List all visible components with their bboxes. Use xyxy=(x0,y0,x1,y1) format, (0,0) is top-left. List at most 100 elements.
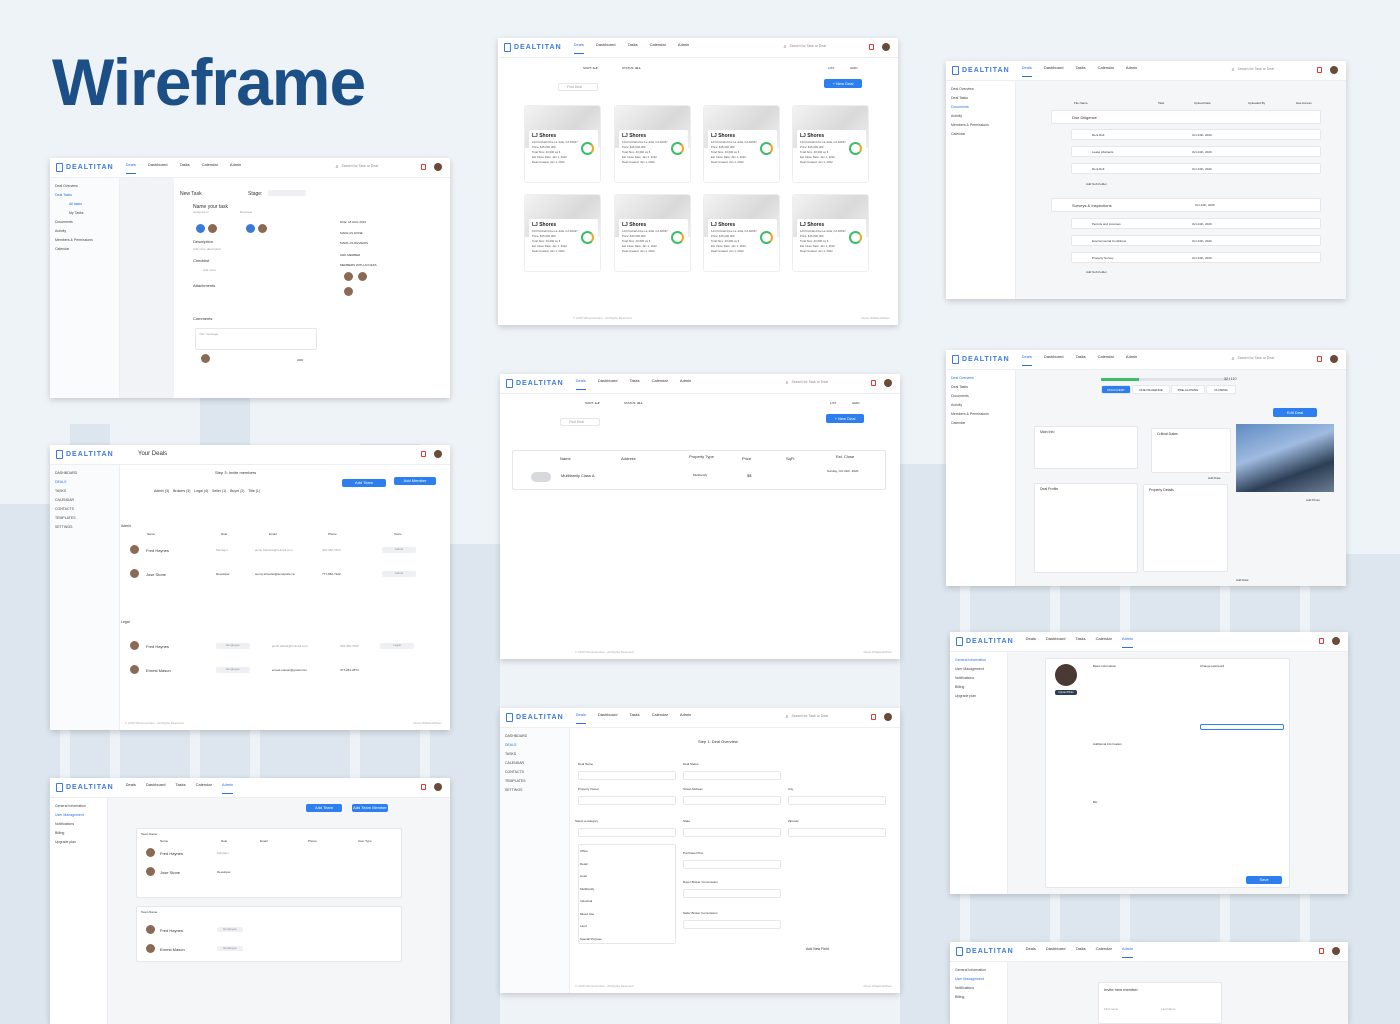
reviewer-add[interactable] xyxy=(246,224,255,233)
deal-card[interactable]: LJ Shores 123 Kimball drive La Jolla, CA … xyxy=(524,194,601,272)
member-tabs[interactable]: Admin (3) Brokers (3) Legal (4) Seller (… xyxy=(154,489,260,493)
team-select[interactable]: Legal xyxy=(380,643,414,649)
mark-done-button[interactable]: MAKE AS DONE xyxy=(340,231,363,235)
state-input[interactable] xyxy=(683,828,781,837)
deal-status-select[interactable] xyxy=(683,771,781,780)
sort-select[interactable]: SORT: A-Z xyxy=(583,66,598,70)
footer-link[interactable]: About WhatsUsWhen xyxy=(863,650,892,654)
logo[interactable]: DEALTITAN xyxy=(952,66,1010,75)
status-select[interactable]: STATUS: ALL xyxy=(622,66,641,70)
logo[interactable]: DEALTITAN xyxy=(56,163,114,172)
tab-admin[interactable]: Admin xyxy=(678,42,689,54)
deal-name-input[interactable] xyxy=(578,771,676,780)
avatar[interactable] xyxy=(434,163,442,171)
add-team-button[interactable]: Add Team xyxy=(342,479,386,487)
sidebar-item-activity[interactable]: Activity xyxy=(951,114,1010,118)
street-address-input[interactable] xyxy=(683,796,781,805)
bell-icon[interactable] xyxy=(1317,67,1322,73)
logo[interactable]: DEALTITAN xyxy=(952,355,1010,364)
sidebar-item-members[interactable]: Members & Permissions xyxy=(951,123,1010,127)
sidebar-item-activity[interactable]: Activity xyxy=(55,229,114,233)
tab-admin[interactable]: Admin xyxy=(680,378,691,390)
description-input[interactable]: Add more description xyxy=(193,247,221,251)
avatar[interactable] xyxy=(884,379,892,387)
folder-surveys[interactable]: Surveys & Inspections Oct 24th, 2020 xyxy=(1051,198,1321,212)
stage-select[interactable] xyxy=(268,190,306,196)
admin-tab-users[interactable]: User Management xyxy=(955,667,1002,671)
add-comment-button[interactable]: ADD xyxy=(297,358,303,362)
file-row[interactable]: Property Survey Oct 24th, 2020 xyxy=(1071,252,1321,263)
tab-dashboard[interactable]: Dashboard xyxy=(148,162,168,174)
add-team-member-button[interactable]: Add Team Member xyxy=(352,804,388,812)
tab-dashboard[interactable]: Dashboard xyxy=(598,378,618,390)
tab-admin[interactable]: Admin xyxy=(230,162,241,174)
deal-card[interactable]: LJ Shores 123 Kimball drive La Jolla, CA … xyxy=(703,105,780,183)
bell-icon[interactable] xyxy=(1319,638,1324,644)
admin-tab-general[interactable]: General Information xyxy=(955,658,1002,662)
purchase-price-input[interactable] xyxy=(683,860,781,869)
tab-calendar[interactable]: Calendar xyxy=(652,712,668,724)
category-option[interactable]: Mixed Use xyxy=(580,912,594,916)
upload-photo-button[interactable]: Upload Photo xyxy=(1055,690,1077,695)
find-deal-input[interactable]: Find Deal xyxy=(558,83,598,91)
sidebar-item-members[interactable]: Members & Permissions xyxy=(55,238,114,242)
tab-tasks[interactable]: Tasks xyxy=(179,162,189,174)
logo[interactable]: DEALTITAN xyxy=(56,783,114,792)
category-option[interactable]: Office xyxy=(580,849,588,853)
add-member-button[interactable]: ADD MEMBER xyxy=(340,253,360,257)
stage-discovery[interactable]: DISCOVERY xyxy=(1101,385,1131,394)
mark-review-button[interactable]: MARK AS REVIEWS xyxy=(340,241,368,245)
category-options[interactable] xyxy=(578,844,676,944)
tab-admin[interactable]: Admin xyxy=(1126,354,1137,366)
team-select[interactable]: Admin xyxy=(382,547,416,553)
bell-icon[interactable] xyxy=(871,380,876,386)
search-input[interactable]: ⌕ Search for Task or Deal xyxy=(336,164,378,170)
add-member-button[interactable]: Add Member xyxy=(394,477,436,485)
tab-admin[interactable]: Admin xyxy=(221,782,234,794)
category-option[interactable]: Retail xyxy=(580,862,588,866)
avatar[interactable] xyxy=(1330,355,1338,363)
logo[interactable]: DEALTITAN xyxy=(504,43,562,52)
tab-tasks[interactable]: Tasks xyxy=(629,378,639,390)
search-input[interactable]: ⌕ Search for Task or Deal xyxy=(1232,67,1274,73)
sidebar-item-documents[interactable]: Documents xyxy=(55,220,114,224)
edit-deal-button[interactable]: Edit Deal xyxy=(1273,408,1317,417)
comment-input[interactable]: Your message xyxy=(195,328,317,350)
footer-link[interactable]: About WhatsUsWhen xyxy=(413,721,442,725)
category-option[interactable]: Multifamily xyxy=(580,887,594,891)
stage-due-diligence[interactable]: DUE DILIGENCE xyxy=(1132,385,1170,394)
tab-admin[interactable]: Admin xyxy=(1121,946,1134,958)
search-input[interactable]: ⌕ Search for Task or Deal xyxy=(786,714,828,720)
sidebar-item-tasks[interactable]: Deal Tasks xyxy=(951,96,1010,100)
tab-dashboard[interactable]: Dashboard xyxy=(1044,65,1064,77)
list-view-toggle[interactable]: LIST xyxy=(828,66,834,70)
category-option[interactable]: Hotel xyxy=(580,874,587,878)
sidebar-item-documents[interactable]: Documents xyxy=(951,105,1010,109)
deal-card[interactable]: LJ Shores 123 Kimball drive La Jolla, CA … xyxy=(614,194,691,272)
avatar[interactable] xyxy=(1330,66,1338,74)
file-row[interactable]: Rent Roll Oct 24th, 2020 xyxy=(1071,129,1321,140)
add-sub-folder[interactable]: Add Sub Folder xyxy=(1086,182,1107,186)
city-input[interactable] xyxy=(788,796,886,805)
tab-deals[interactable]: Deals xyxy=(1021,354,1032,366)
admin-tab-notifications[interactable]: Notifications xyxy=(955,676,1002,680)
tab-calendar[interactable]: Calendar xyxy=(202,162,218,174)
file-row[interactable]: Lease Abstracts Oct 24th, 2020 xyxy=(1071,146,1321,157)
stage-closing[interactable]: CLOSING xyxy=(1206,385,1236,394)
sidebar-item-overview[interactable]: Deal Overview xyxy=(55,184,114,188)
tab-admin[interactable]: Admin xyxy=(1121,636,1134,648)
admin-tab-billing[interactable]: Billing xyxy=(955,685,1002,689)
sidebar-item-overview[interactable]: Deal Overview xyxy=(951,87,1010,91)
buyer-commission-input[interactable] xyxy=(683,889,781,898)
logo[interactable]: DEALTITAN xyxy=(506,379,564,388)
file-row[interactable]: Environmental Conditions Oct 24th, 2020 xyxy=(1071,235,1321,246)
deal-card[interactable]: LJ Shores 123 Kimball drive La Jolla, CA … xyxy=(614,105,691,183)
zipcode-input[interactable] xyxy=(788,828,886,837)
add-team-button[interactable]: Add Team xyxy=(306,804,342,812)
tab-tasks[interactable]: Tasks xyxy=(1075,354,1085,366)
tab-dashboard[interactable]: Dashboard xyxy=(596,42,616,54)
add-date-button[interactable]: Add Date xyxy=(1236,578,1249,582)
footer-link[interactable]: About WhatsUsWhen xyxy=(861,316,890,320)
bell-icon[interactable] xyxy=(1317,356,1322,362)
avatar[interactable] xyxy=(882,43,890,51)
